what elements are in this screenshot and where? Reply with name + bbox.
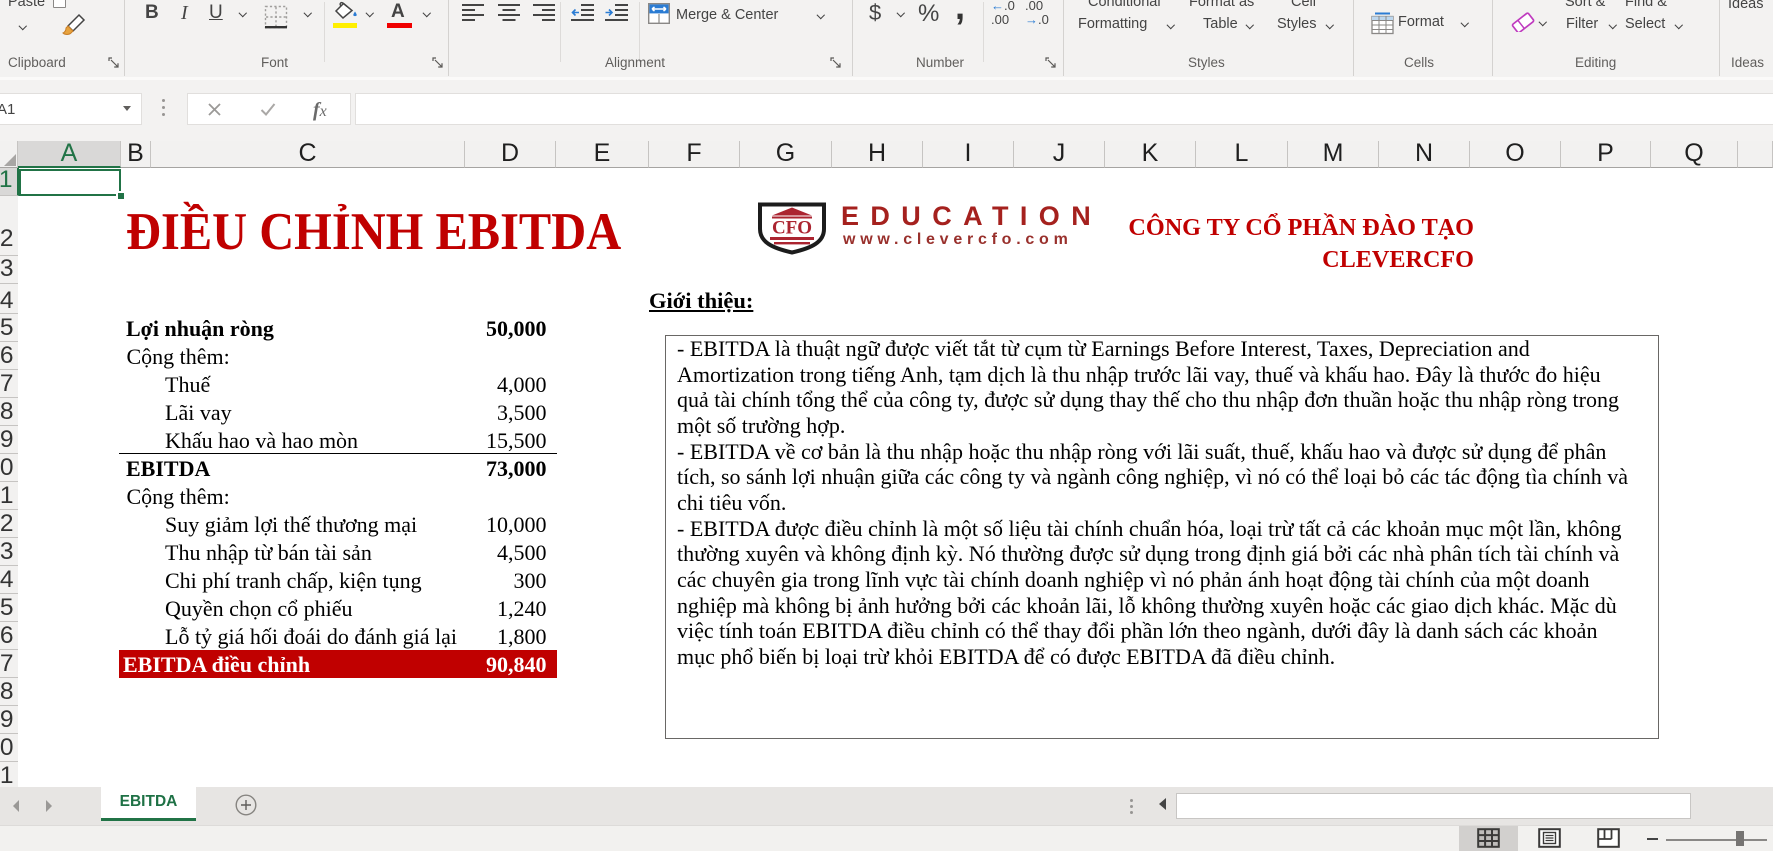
svg-text:CFO: CFO xyxy=(772,218,812,239)
